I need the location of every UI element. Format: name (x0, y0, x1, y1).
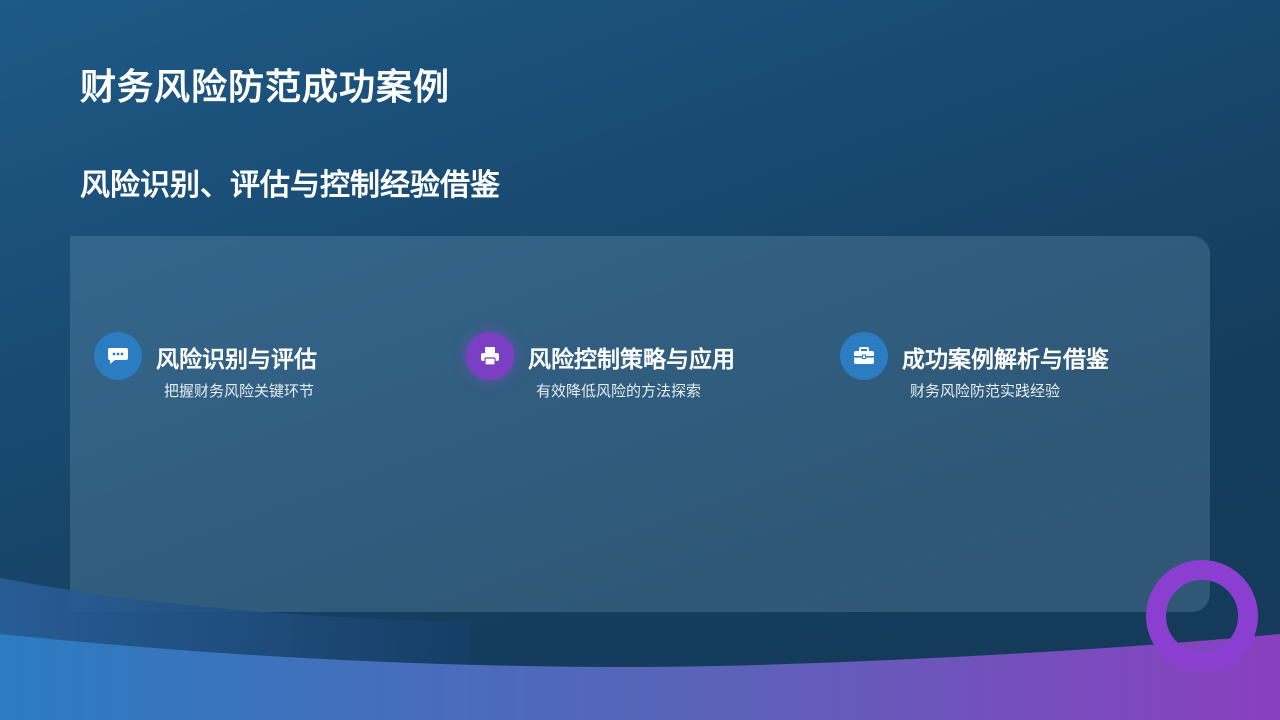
page-subtitle: 风险识别、评估与控制经验借鉴 (80, 168, 500, 203)
feature-heading: 成功案例解析与借鉴 (902, 347, 1109, 373)
feature-heading: 风险控制策略与应用 (528, 347, 735, 373)
chat-bubble-icon (94, 332, 142, 380)
feature-heading: 风险识别与评估 (156, 347, 317, 373)
content-card: 风险识别与评估 把握财务风险关键环节 风险控制策略与应用 有效降低风险的方法探索… (70, 236, 1210, 612)
briefcase-icon (840, 332, 888, 380)
ring-decoration (1146, 560, 1258, 672)
feature-description: 把握财务风险关键环节 (164, 382, 315, 400)
page-title: 财务风险防范成功案例 (80, 67, 451, 108)
bottom-wave-decoration (0, 578, 1280, 720)
feature-description: 财务风险防范实践经验 (910, 382, 1061, 400)
feature-description: 有效降低风险的方法探索 (536, 382, 702, 400)
printer-icon (466, 332, 514, 380)
